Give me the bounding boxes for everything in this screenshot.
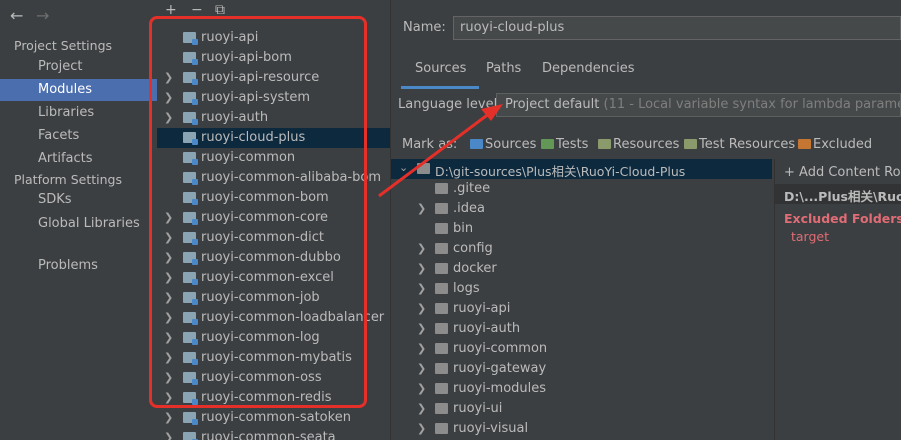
annotation-arrow bbox=[378, 104, 503, 198]
arrow-shaft bbox=[378, 111, 491, 198]
